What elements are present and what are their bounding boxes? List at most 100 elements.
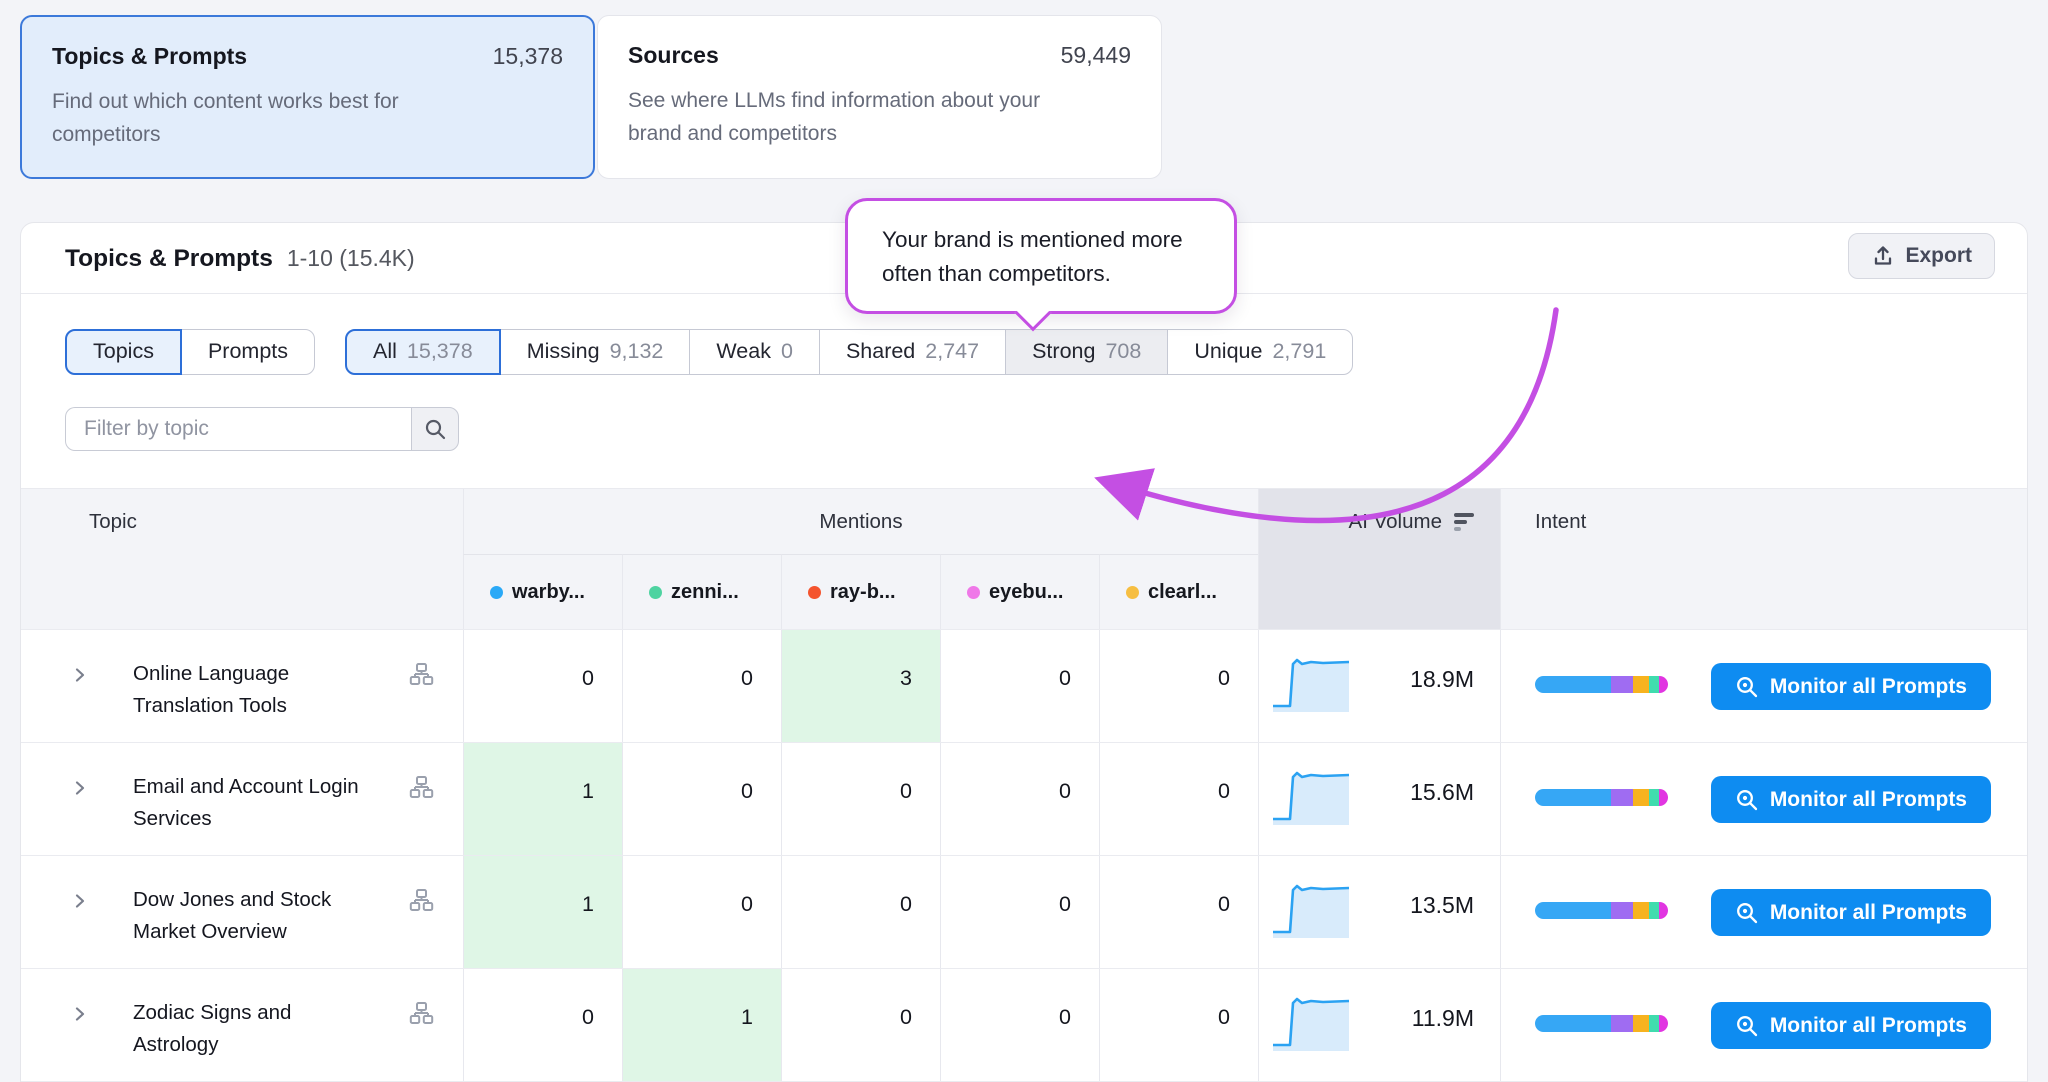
mention-value: 0 [940, 856, 1099, 968]
topic-name[interactable]: Online Language Translation Tools [133, 658, 368, 723]
tab-card-topics-prompts[interactable]: Topics & Prompts 15,378 Find out which c… [20, 15, 595, 179]
table-header-row: Topic Mentions AI Volume Intent [21, 488, 2027, 554]
mention-value: 0 [463, 630, 622, 742]
ai-volume-cell: 15.6M [1258, 743, 1500, 855]
brand-dot [649, 586, 662, 599]
topic-cell[interactable]: Zodiac Signs and Astrology [21, 969, 463, 1081]
page: Topics & Prompts 15,378 Find out which c… [0, 0, 2048, 1082]
export-label: Export [1905, 244, 1972, 268]
toggle-topics[interactable]: Topics [65, 329, 182, 375]
sort-descending-icon [1454, 513, 1474, 531]
prompt-monitor-icon [1735, 901, 1759, 925]
filter-strong[interactable]: Strong708 [1005, 329, 1168, 375]
column-header-intent: Intent [1535, 510, 1586, 534]
card-description: Find out which content works best for co… [52, 86, 472, 151]
subtopics-icon [409, 775, 434, 800]
topic-cell[interactable]: Email and Account Login Services [21, 743, 463, 855]
card-title: Topics & Prompts [52, 43, 247, 70]
filter-all[interactable]: All15,378 [345, 329, 501, 375]
coachmark-tooltip: Your brand is mentioned more often than … [845, 198, 1237, 314]
mention-value-highlighted: 1 [463, 856, 622, 968]
mention-value: 0 [781, 969, 940, 1081]
prompt-monitor-icon [1735, 1014, 1759, 1038]
table-row[interactable]: Zodiac Signs and Astrology 0 1 0 0 0 11.… [21, 968, 2027, 1081]
monitor-all-prompts-button[interactable]: Monitor all Prompts [1711, 663, 1991, 710]
filter-unique[interactable]: Unique2,791 [1167, 329, 1353, 375]
ai-volume-sparkline [1271, 878, 1351, 940]
topic-name[interactable]: Email and Account Login Services [133, 771, 368, 836]
result-range: 1-10 (15.4K) [287, 245, 415, 272]
monitor-all-prompts-button[interactable]: Monitor all Prompts [1711, 889, 1991, 936]
prompt-monitor-icon [1735, 788, 1759, 812]
intent-distribution-bar [1535, 789, 1668, 806]
ai-volume-value: 15.6M [1410, 779, 1474, 806]
search-input[interactable] [65, 407, 411, 451]
monitor-all-prompts-button[interactable]: Monitor all Prompts [1711, 1002, 1991, 1049]
expand-chevron-icon[interactable] [71, 1005, 89, 1023]
ai-volume-sparkline [1271, 765, 1351, 827]
brand-chip-zenni: zenni... [623, 555, 781, 629]
card-count: 59,449 [1061, 42, 1131, 69]
mention-value: 0 [781, 743, 940, 855]
table-row[interactable]: Online Language Translation Tools 0 0 3 … [21, 629, 2027, 742]
intent-cell: Monitor all Prompts [1500, 743, 2027, 855]
ai-volume-value: 18.9M [1410, 666, 1474, 693]
filter-missing[interactable]: Missing9,132 [500, 329, 691, 375]
view-toggle: Topics Prompts [65, 329, 315, 375]
topic-cell[interactable]: Dow Jones and Stock Market Overview [21, 856, 463, 968]
ai-volume-value: 13.5M [1410, 892, 1474, 919]
monitor-all-prompts-button[interactable]: Monitor all Prompts [1711, 776, 1991, 823]
mention-value: 0 [781, 856, 940, 968]
expand-chevron-icon[interactable] [71, 779, 89, 797]
column-header-topic: Topic [89, 510, 137, 534]
brand-dot [490, 586, 503, 599]
toggle-prompts[interactable]: Prompts [181, 329, 315, 375]
table-row[interactable]: Dow Jones and Stock Market Overview 1 0 … [21, 855, 2027, 968]
brand-chip-clearl: clearl... [1100, 555, 1258, 629]
brand-dot [967, 586, 980, 599]
mention-value: 0 [1099, 856, 1258, 968]
intent-cell: Monitor all Prompts [1500, 969, 2027, 1081]
topic-name[interactable]: Dow Jones and Stock Market Overview [133, 884, 368, 949]
export-icon [1871, 244, 1895, 268]
subtopics-icon [409, 888, 434, 913]
brand-chip-rayb: ray-b... [782, 555, 940, 629]
subtopics-icon [409, 1001, 434, 1026]
filter-shared[interactable]: Shared2,747 [819, 329, 1006, 375]
export-button[interactable]: Export [1848, 233, 1995, 279]
subtopics-icon [409, 662, 434, 687]
search-button[interactable] [411, 407, 459, 451]
brand-dot [1126, 586, 1139, 599]
prompt-monitor-icon [1735, 675, 1759, 699]
expand-chevron-icon[interactable] [71, 892, 89, 910]
column-header-mentions: Mentions [819, 510, 902, 534]
intent-cell: Monitor all Prompts [1500, 856, 2027, 968]
filter-controls: Topics Prompts All15,378 Missing9,132 We… [65, 329, 1353, 375]
ai-volume-value: 11.9M [1412, 1005, 1474, 1032]
intent-distribution-bar [1535, 676, 1668, 693]
intent-distribution-bar [1535, 1015, 1668, 1032]
mention-value: 0 [1099, 743, 1258, 855]
table-row[interactable]: Email and Account Login Services 1 0 0 0… [21, 742, 2027, 855]
topic-search [65, 407, 459, 451]
expand-chevron-icon[interactable] [71, 666, 89, 684]
tooltip-text: Your brand is mentioned more often than … [848, 201, 1234, 313]
filter-weak[interactable]: Weak0 [689, 329, 820, 375]
mention-value: 0 [1099, 969, 1258, 1081]
ai-volume-sparkline [1271, 652, 1351, 714]
column-header-ai-volume[interactable]: AI Volume [1258, 489, 1500, 554]
mention-value-highlighted: 1 [622, 969, 781, 1081]
ai-volume-cell: 18.9M [1258, 630, 1500, 742]
topic-cell[interactable]: Online Language Translation Tools [21, 630, 463, 742]
topic-name[interactable]: Zodiac Signs and Astrology [133, 997, 368, 1062]
mention-value: 0 [940, 630, 1099, 742]
card-count: 15,378 [493, 43, 563, 70]
intent-cell: Monitor all Prompts [1500, 630, 2027, 742]
mention-value: 0 [622, 630, 781, 742]
panel-header: Topics & Prompts 1-10 (15.4K) [65, 245, 415, 273]
topics-table: Topic Mentions AI Volume Intent warby...… [21, 488, 2027, 1082]
tab-card-sources[interactable]: Sources 59,449 See where LLMs find infor… [597, 15, 1162, 179]
mention-value-highlighted: 3 [781, 630, 940, 742]
ai-volume-cell: 11.9M [1258, 969, 1500, 1081]
search-icon [424, 418, 447, 441]
